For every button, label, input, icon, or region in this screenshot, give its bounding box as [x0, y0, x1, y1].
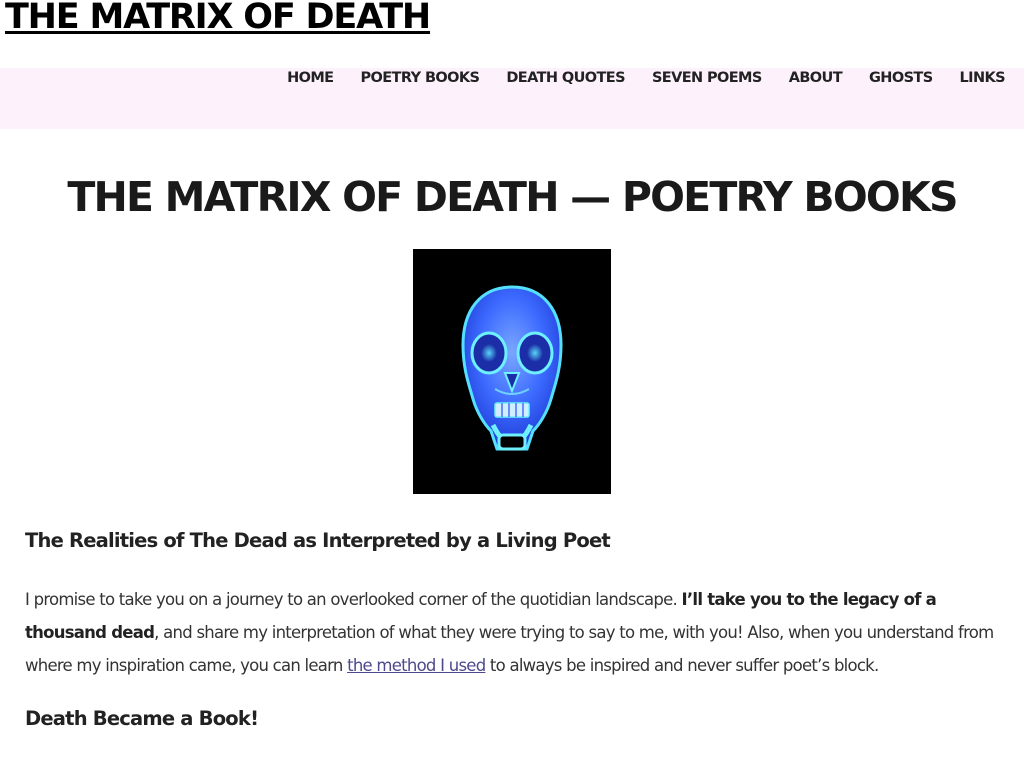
- site-header: THE MATRIX OF DEATH: [0, 0, 1024, 68]
- nav-item-links[interactable]: LINKS: [960, 69, 1006, 87]
- section-heading-book: Death Became a Book!: [25, 707, 259, 730]
- nav-item-ghosts[interactable]: GHOSTS: [869, 69, 933, 87]
- nav-menu: HOME POETRY BOOKS DEATH QUOTES SEVEN POE…: [260, 69, 1006, 87]
- skull-icon: [461, 285, 563, 451]
- intro-text-3: to always be inspired and never suffer p…: [485, 656, 879, 675]
- nav-item-death-quotes[interactable]: DEATH QUOTES: [506, 69, 625, 87]
- content-area: THE MATRIX OF DEATH — POETRY BOOKS The R…: [5, 129, 1019, 768]
- nav-item-about[interactable]: ABOUT: [789, 69, 843, 87]
- nav-item-poetry-books[interactable]: POETRY BOOKS: [361, 69, 480, 87]
- page-title: THE MATRIX OF DEATH — POETRY BOOKS: [67, 173, 958, 221]
- intro-text-1: I promise to take you on a journey to an…: [25, 590, 682, 609]
- section-heading: The Realities of The Dead as Interpreted…: [25, 529, 611, 552]
- main-navigation: HOME POETRY BOOKS DEATH QUOTES SEVEN POE…: [0, 68, 1024, 129]
- nav-item-seven-poems[interactable]: SEVEN POEMS: [652, 69, 762, 87]
- method-link[interactable]: the method I used: [347, 656, 486, 675]
- nav-item-home[interactable]: HOME: [287, 69, 334, 87]
- crystal-skull-image: [413, 249, 611, 494]
- site-title-link[interactable]: THE MATRIX OF DEATH: [5, 0, 431, 37]
- intro-paragraph: I promise to take you on a journey to an…: [25, 583, 1000, 682]
